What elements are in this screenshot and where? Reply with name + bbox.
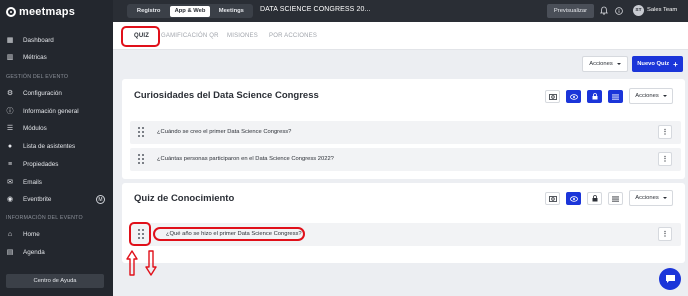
quiz-title: Curiosidades del Data Science Congress <box>134 90 319 101</box>
tab-app-web[interactable]: App & Web <box>170 5 210 17</box>
more-options-icon[interactable]: ⋮ <box>658 125 672 139</box>
actions-label: Acciones <box>589 61 613 67</box>
tab-meetings[interactable]: Meetings <box>212 6 251 17</box>
sidebar-item-emails[interactable]: ✉ Emails <box>6 176 42 188</box>
sidebar-item-informacion-general[interactable]: ⓘ Información general <box>6 105 79 117</box>
sidebar-item-label: Lista de asistentes <box>23 142 76 150</box>
sidebar-item-metricas[interactable]: ▥ Métricas <box>6 51 47 63</box>
actions-label: Acciones <box>635 93 659 99</box>
quiz-subtabs: QUIZ GAMIFICACIÓN QR MISIONES POR ACCION… <box>113 22 688 50</box>
quiz-card: Curiosidades del Data Science Congress A… <box>122 79 685 179</box>
list-icon[interactable] <box>608 90 623 103</box>
help-center-button[interactable]: Centro de Ayuda <box>6 274 104 288</box>
chevron-down-icon <box>616 63 621 65</box>
event-title: DATA SCIENCE CONGRESS 20... <box>260 6 371 13</box>
avatar[interactable]: ST <box>633 5 644 16</box>
sidebar-item-label: Dashboard <box>23 36 54 44</box>
sidebar-item-label: Agenda <box>23 248 45 256</box>
sidebar-item-agenda[interactable]: ▤ Agenda <box>6 246 45 258</box>
highlight-quiz-tab <box>121 26 160 47</box>
sidebar-item-configuracion[interactable]: ⚙ Configuración <box>6 87 62 99</box>
highlight-question <box>153 227 305 241</box>
quiz-actions-dropdown[interactable]: Acciones <box>629 88 673 104</box>
camera-icon[interactable] <box>545 192 560 205</box>
sidebar-section-gestion: GESTIÓN DEL EVENTO <box>6 74 69 80</box>
top-bar: Registro App & Web Meetings DATA SCIENCE… <box>113 0 688 22</box>
arrow-up-icon <box>126 250 138 276</box>
actions-label: Acciones <box>635 195 659 201</box>
chat-button[interactable] <box>659 268 681 290</box>
sidebar-item-label: Módulos <box>23 124 47 132</box>
question-row[interactable]: ¿Cuándo se creo el primer Data Science C… <box>130 121 681 144</box>
arrow-down-icon <box>145 250 157 276</box>
sidebar-item-dashboard[interactable]: ▦ Dashboard <box>6 34 54 46</box>
highlight-drag-handle <box>129 222 151 246</box>
sidebar-item-label: Emails <box>23 178 42 186</box>
sidebar-item-label: Información general <box>23 107 79 115</box>
more-options-icon[interactable]: ⋮ <box>658 152 672 166</box>
question-text: ¿Cuántas personas participaron en el Dat… <box>157 156 334 162</box>
eye-icon[interactable] <box>566 90 581 103</box>
chevron-down-icon <box>662 95 667 97</box>
user-name[interactable]: Sales Team <box>647 7 677 13</box>
logo-icon <box>6 7 16 17</box>
logo-text: meetmaps <box>19 6 76 18</box>
tags-icon: ≡ <box>7 160 13 168</box>
users-icon: ● <box>7 142 13 150</box>
question-row[interactable]: ¿Cuántas personas participaron en el Dat… <box>130 148 681 171</box>
plus-icon: + <box>673 59 678 69</box>
tab-registro[interactable]: Registro <box>129 6 168 17</box>
info-icon: ⓘ <box>6 108 14 115</box>
chat-icon <box>665 275 675 283</box>
gear-icon: ⚙ <box>6 90 14 97</box>
sidebar-item-label: Home <box>23 230 40 238</box>
subtab-misiones[interactable]: MISIONES <box>227 33 258 39</box>
bell-icon[interactable] <box>599 6 608 15</box>
grid-icon: ▦ <box>6 37 14 44</box>
camera-icon[interactable] <box>545 90 560 103</box>
info-icon[interactable] <box>614 6 623 15</box>
sidebar-item-label: Eventbrite <box>23 195 52 203</box>
list-icon: ☰ <box>6 125 14 132</box>
eventbrite-badge: M <box>96 195 105 204</box>
more-options-icon[interactable]: ⋮ <box>658 227 672 241</box>
quiz-actions-dropdown[interactable]: Acciones <box>629 190 673 206</box>
mail-icon: ✉ <box>7 179 13 186</box>
eventbrite-icon: ◉ <box>6 196 14 203</box>
actions-dropdown[interactable]: Acciones <box>582 56 628 72</box>
subtab-por-acciones[interactable]: POR ACCIONES <box>269 33 317 39</box>
sidebar-item-propiedades[interactable]: ≡ Propiedades <box>6 158 58 170</box>
drag-handle-icon[interactable] <box>138 154 144 164</box>
chevron-down-icon <box>662 197 667 199</box>
lock-icon[interactable] <box>587 192 602 205</box>
sidebar-item-label: Configuración <box>23 89 62 97</box>
sidebar-item-label: Métricas <box>23 53 47 61</box>
sidebar: meetmaps ▦ Dashboard ▥ Métricas GESTIÓN … <box>0 0 113 296</box>
quiz-title: Quiz de Conocimiento <box>134 193 235 204</box>
new-quiz-label: Nuevo Quiz <box>637 61 670 67</box>
sidebar-item-home[interactable]: ⌂ Home <box>6 228 40 240</box>
home-icon: ⌂ <box>7 230 13 238</box>
calendar-icon: ▤ <box>6 249 14 256</box>
sidebar-item-eventbrite[interactable]: ◉ Eventbrite <box>6 193 51 205</box>
sidebar-section-informacion: INFORMACIÓN DEL EVENTO <box>6 215 83 221</box>
section-tabs: Registro App & Web Meetings <box>127 4 253 18</box>
quiz-card: Quiz de Conocimiento Acciones ¿Qué año s… <box>122 183 685 263</box>
sidebar-item-label: Propiedades <box>23 160 59 168</box>
question-text: ¿Cuándo se creo el primer Data Science C… <box>157 129 292 135</box>
chart-icon: ▥ <box>6 54 14 61</box>
drag-handle-icon[interactable] <box>138 127 144 137</box>
logo[interactable]: meetmaps <box>6 4 75 20</box>
sidebar-item-lista-asistentes[interactable]: ● Lista de asistentes <box>6 140 75 152</box>
preview-button[interactable]: Previsualizar <box>547 4 594 18</box>
subtab-gamificacion-qr[interactable]: GAMIFICACIÓN QR <box>161 33 219 39</box>
new-quiz-button[interactable]: Nuevo Quiz + <box>632 56 683 72</box>
list-icon[interactable] <box>608 192 623 205</box>
lock-icon[interactable] <box>587 90 602 103</box>
sidebar-item-modulos[interactable]: ☰ Módulos <box>6 122 47 134</box>
eye-icon[interactable] <box>566 192 581 205</box>
